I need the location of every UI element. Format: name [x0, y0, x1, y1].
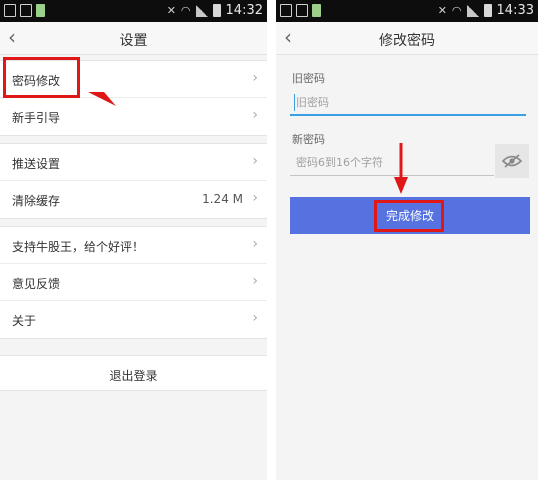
- settings-screen: ✕ ◠ 14:32 ‹ 设置 密码修改 › 新手引导 › 推送设置 › 清除缓存…: [0, 0, 267, 480]
- chevron-right-icon: ›: [252, 236, 258, 252]
- status-bar: ✕ ◠ 14:32: [0, 0, 267, 22]
- old-password-label: 旧密码: [292, 72, 325, 85]
- row-label: 清除缓存: [12, 194, 61, 208]
- page-title: 设置: [119, 33, 148, 49]
- mute-icon: ✕: [166, 4, 176, 17]
- battery-icon: [212, 4, 221, 17]
- app-notification-icon: [312, 4, 321, 17]
- settings-row-guide[interactable]: 新手引导 ›: [0, 98, 267, 135]
- settings-row-feedback[interactable]: 意见反馈 ›: [0, 264, 267, 301]
- row-label: 意见反馈: [12, 277, 61, 291]
- cache-size: 1.24 M: [202, 192, 243, 206]
- settings-row-about[interactable]: 关于 ›: [0, 301, 267, 338]
- row-label: 支持牛股王，给个好评！: [12, 240, 145, 254]
- settings-row-rate[interactable]: 支持牛股王，给个好评！ ›: [0, 227, 267, 264]
- old-password-input[interactable]: [290, 90, 526, 114]
- toggle-visibility-button[interactable]: [495, 144, 529, 178]
- battery-icon: [483, 4, 492, 17]
- logout-label: 退出登录: [109, 369, 158, 383]
- new-password-input[interactable]: [290, 150, 494, 175]
- highlight-box: [3, 57, 80, 98]
- image-notification-icon: [20, 4, 32, 17]
- eye-off-icon: [502, 154, 522, 168]
- chevron-right-icon: ›: [252, 107, 258, 123]
- highlight-box: [374, 200, 444, 232]
- notification-icon: [280, 4, 292, 17]
- signal-icon: [195, 4, 208, 17]
- title-bar: ‹ 修改密码: [276, 22, 538, 55]
- status-bar: ✕ ◠ 14:33: [276, 0, 538, 22]
- chevron-right-icon: ›: [252, 190, 258, 206]
- settings-row-push[interactable]: 推送设置 ›: [0, 144, 267, 181]
- settings-row-clear-cache[interactable]: 清除缓存 1.24 M ›: [0, 181, 267, 218]
- app-notification-icon: [36, 4, 45, 17]
- old-password-field: [290, 90, 526, 116]
- page-title: 修改密码: [379, 33, 435, 49]
- title-bar: ‹ 设置: [0, 22, 267, 55]
- annotation-arrow-icon: [88, 92, 116, 106]
- text-caret: [294, 94, 295, 111]
- annotation-arrow-icon: [394, 143, 408, 194]
- row-label: 关于: [12, 314, 37, 328]
- settings-group-about: 支持牛股王，给个好评！ › 意见反馈 › 关于 ›: [0, 226, 267, 339]
- chevron-right-icon: ›: [252, 310, 258, 326]
- row-label: 新手引导: [12, 111, 61, 125]
- signal-icon: [466, 4, 479, 17]
- notification-icon: [4, 4, 16, 17]
- chevron-right-icon: ›: [252, 153, 258, 169]
- settings-group-system: 推送设置 › 清除缓存 1.24 M ›: [0, 143, 267, 219]
- chevron-right-icon: ›: [252, 70, 258, 86]
- logout-button[interactable]: 退出登录: [0, 355, 267, 391]
- status-time: 14:32: [225, 3, 263, 18]
- row-label: 推送设置: [12, 157, 61, 171]
- mute-icon: ✕: [437, 4, 447, 17]
- wifi-icon: ◠: [451, 4, 462, 17]
- new-password-field: [290, 150, 494, 176]
- image-notification-icon: [296, 4, 308, 17]
- wifi-icon: ◠: [180, 4, 191, 17]
- chevron-right-icon: ›: [252, 273, 258, 289]
- status-time: 14:33: [496, 3, 534, 18]
- new-password-label: 新密码: [292, 133, 325, 146]
- change-password-screen: ✕ ◠ 14:33 ‹ 修改密码 旧密码 新密码 完成修改: [276, 0, 538, 480]
